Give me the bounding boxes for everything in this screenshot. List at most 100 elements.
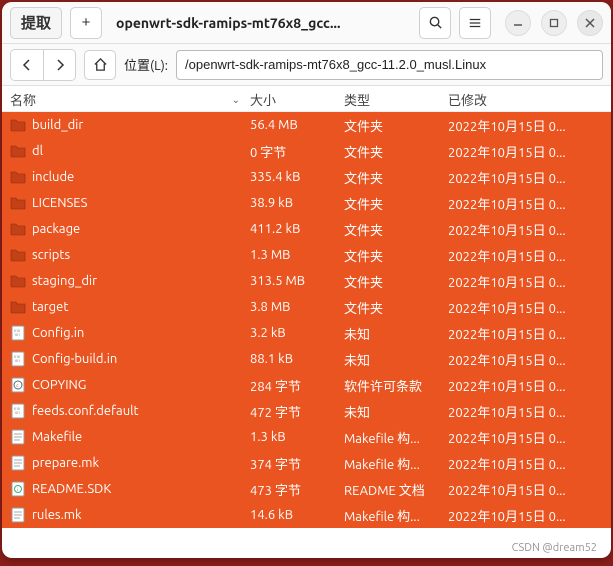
file-name: staging_dir	[32, 274, 97, 288]
file-row[interactable]: 010101Config.in3.2 kB未知2022年10月15日 0...	[2, 320, 611, 346]
file-size: 56.4 MB	[250, 118, 344, 132]
file-row[interactable]: staging_dir 313.5 MB文件夹2022年10月15日 0...	[2, 268, 611, 294]
file-size: 38.9 kB	[250, 196, 344, 210]
search-button[interactable]	[419, 7, 451, 39]
file-size: 411.2 kB	[250, 222, 344, 236]
file-name: package	[32, 222, 80, 236]
file-modified: 2022年10月15日 0...	[448, 324, 603, 343]
folder-icon	[10, 169, 26, 185]
menu-button[interactable]	[459, 7, 491, 39]
file-list: build_dir56.4 MB文件夹2022年10月15日 0...dl0 字…	[2, 112, 611, 528]
file-modified: 2022年10月15日 0...	[448, 298, 603, 317]
file-name: Makefile	[32, 430, 82, 444]
titlebar: 提取 + openwrt-sdk-ramips-mt76x8_gcc...	[2, 2, 611, 44]
pathbar: 位置(L):	[2, 44, 611, 86]
nav-buttons	[10, 49, 76, 81]
binary-icon: 010101	[10, 325, 26, 341]
file-name: include	[32, 170, 74, 184]
file-row[interactable]: package411.2 kB文件夹2022年10月15日 0...	[2, 216, 611, 242]
file-name: README.SDK	[32, 482, 111, 496]
folder-icon	[10, 299, 26, 315]
file-row[interactable]: prepare.mk374 字节Makefile 构...2022年10月15日…	[2, 450, 611, 476]
file-name: build_dir	[32, 118, 83, 132]
file-row[interactable]: dl0 字节文件夹2022年10月15日 0...	[2, 138, 611, 164]
file-size: 284 字节	[250, 376, 344, 395]
home-button[interactable]	[84, 50, 116, 80]
text-icon	[10, 507, 26, 523]
file-row[interactable]: cCOPYING284 字节软件许可条款2022年10月15日 0...	[2, 372, 611, 398]
file-size: 473 字节	[250, 480, 344, 499]
text-icon	[10, 455, 26, 471]
file-row[interactable]: target3.8 MB文件夹2022年10月15日 0...	[2, 294, 611, 320]
column-modified-header[interactable]: 已修改	[448, 90, 603, 109]
file-size: 335.4 kB	[250, 170, 344, 184]
file-row[interactable]: Makefile1.3 kBMakefile 构...2022年10月15日 0…	[2, 424, 611, 450]
maximize-icon	[549, 18, 559, 28]
path-input[interactable]	[176, 50, 603, 80]
file-type: 文件夹	[344, 220, 448, 239]
svg-text:101: 101	[14, 333, 20, 337]
file-modified: 2022年10月15日 0...	[448, 194, 603, 213]
file-row[interactable]: 010101feeds.conf.default472 字节未知2022年10月…	[2, 398, 611, 424]
file-name: feeds.conf.default	[32, 404, 139, 418]
new-button[interactable]: +	[70, 7, 102, 39]
file-row[interactable]: rules.mk14.6 kBMakefile 构...2022年10月15日 …	[2, 502, 611, 528]
file-row[interactable]: iREADME.SDK473 字节README 文档2022年10月15日 0.…	[2, 476, 611, 502]
close-button[interactable]	[577, 10, 603, 36]
file-type: 文件夹	[344, 272, 448, 291]
file-size: 3.2 kB	[250, 326, 344, 340]
back-button[interactable]	[11, 50, 43, 80]
folder-icon	[10, 221, 26, 237]
file-size: 88.1 kB	[250, 352, 344, 366]
column-type-header[interactable]: 类型	[344, 90, 448, 109]
window-title: openwrt-sdk-ramips-mt76x8_gcc...	[110, 15, 411, 31]
column-name-label: 名称	[10, 90, 36, 109]
maximize-button[interactable]	[541, 10, 567, 36]
column-name-header[interactable]: 名称 ⌄	[10, 90, 250, 109]
file-row[interactable]: scripts1.3 MB文件夹2022年10月15日 0...	[2, 242, 611, 268]
file-type: README 文档	[344, 480, 448, 499]
file-row[interactable]: include335.4 kB文件夹2022年10月15日 0...	[2, 164, 611, 190]
sort-indicator-icon: ⌄	[232, 94, 240, 106]
location-label: 位置(L):	[124, 55, 168, 74]
file-name: Config-build.in	[32, 352, 117, 366]
folder-icon	[10, 117, 26, 133]
file-modified: 2022年10月15日 0...	[448, 480, 603, 499]
file-size: 313.5 MB	[250, 274, 344, 288]
file-name: COPYING	[32, 378, 86, 392]
file-modified: 2022年10月15日 0...	[448, 142, 603, 161]
file-modified: 2022年10月15日 0...	[448, 376, 603, 395]
file-type: 文件夹	[344, 116, 448, 135]
close-icon	[585, 18, 595, 28]
window-controls	[505, 10, 603, 36]
home-icon	[93, 57, 108, 72]
file-row[interactable]: LICENSES38.9 kB文件夹2022年10月15日 0...	[2, 190, 611, 216]
file-name: scripts	[32, 248, 70, 262]
file-type: Makefile 构...	[344, 506, 448, 525]
watermark: CSDN @dream52	[512, 542, 597, 554]
text-icon	[10, 429, 26, 445]
file-type: 软件许可条款	[344, 376, 448, 395]
file-row[interactable]: 010101Config-build.in88.1 kB未知2022年10月15…	[2, 346, 611, 372]
file-type: 文件夹	[344, 142, 448, 161]
file-name: dl	[32, 144, 43, 158]
archive-manager-window: 提取 + openwrt-sdk-ramips-mt76x8_gcc...	[2, 2, 611, 558]
svg-text:101: 101	[14, 411, 20, 415]
file-row[interactable]: build_dir 56.4 MB文件夹2022年10月15日 0...	[2, 112, 611, 138]
folder-icon	[10, 143, 26, 159]
file-type: 未知	[344, 402, 448, 421]
file-type: 未知	[344, 350, 448, 369]
file-type: Makefile 构...	[344, 428, 448, 447]
file-type: 文件夹	[344, 194, 448, 213]
file-modified: 2022年10月15日 0...	[448, 116, 603, 135]
folder-icon	[10, 195, 26, 211]
file-size: 3.8 MB	[250, 300, 344, 314]
minimize-button[interactable]	[505, 10, 531, 36]
column-size-header[interactable]: 大小	[250, 90, 344, 109]
file-name: Config.in	[32, 326, 84, 340]
extract-button[interactable]: 提取	[10, 7, 62, 39]
file-modified: 2022年10月15日 0...	[448, 272, 603, 291]
forward-button[interactable]	[43, 50, 75, 80]
file-modified: 2022年10月15日 0...	[448, 246, 603, 265]
file-type: 文件夹	[344, 168, 448, 187]
